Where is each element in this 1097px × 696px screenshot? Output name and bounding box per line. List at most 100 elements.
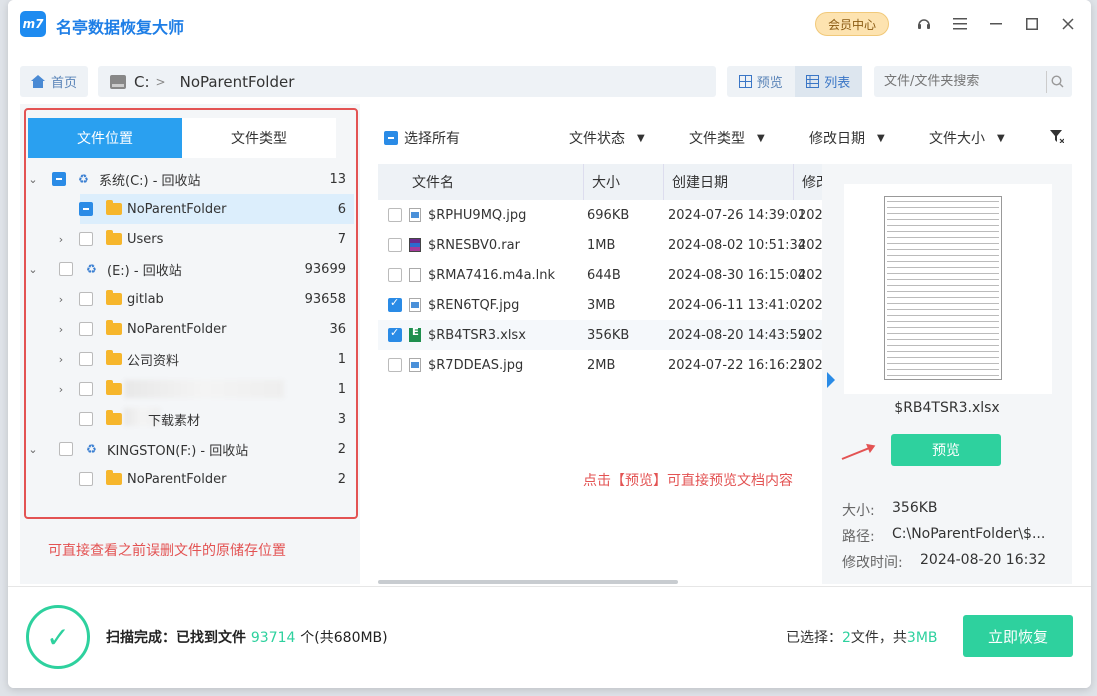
file-name: $RB4TSR3.xlsx — [428, 327, 526, 343]
tree-item[interactable]: › gitlab 93658 — [20, 284, 354, 314]
tree-item[interactable]: › 1 — [20, 374, 354, 404]
tree-checkbox[interactable] — [59, 262, 73, 276]
view-preview-label: 预览 — [756, 76, 783, 91]
tree-checkbox[interactable] — [52, 172, 66, 186]
search-input[interactable] — [874, 74, 1034, 89]
tab-file-location[interactable]: 文件位置 — [28, 118, 182, 158]
tab-file-type[interactable]: 文件类型 — [182, 118, 336, 158]
recover-now-button[interactable]: 立即恢复 — [963, 615, 1073, 657]
select-all[interactable]: 选择所有 — [384, 128, 460, 148]
tree-item[interactable]: › NoParentFolder 36 — [20, 314, 354, 344]
view-preview-button[interactable]: 预览 — [727, 66, 795, 97]
filter-status-dropdown[interactable]: 文件状态 ▼ — [569, 128, 645, 148]
tree-item[interactable]: 下载素材 3 — [20, 404, 354, 434]
chevron-right-icon[interactable]: › — [54, 323, 68, 336]
view-list-button[interactable]: 列表 — [794, 66, 862, 97]
tree-item-label: Users — [127, 231, 164, 247]
filter-date-dropdown[interactable]: 修改日期 ▼ — [809, 128, 885, 148]
select-all-checkbox[interactable] — [384, 131, 398, 145]
sheet-line — [887, 375, 999, 376]
filter-size-dropdown[interactable]: 文件大小 ▼ — [929, 128, 1005, 148]
row-checkbox[interactable] — [388, 358, 402, 372]
tree-checkbox[interactable] — [79, 382, 93, 396]
tree-item[interactable]: › 公司资料 1 — [20, 344, 354, 374]
file-created: 2024-07-22 16:16:25 — [668, 357, 807, 373]
chevron-down-icon: ▼ — [757, 132, 765, 144]
tree-checkbox[interactable] — [79, 292, 93, 306]
filter-status-label: 文件状态 — [569, 131, 625, 147]
col-modified[interactable]: 修改 — [794, 164, 822, 200]
table-row[interactable]: $RB4TSR3.xlsx 356KB 2024-08-20 14:43:59 … — [378, 320, 822, 350]
folder-icon — [106, 350, 122, 365]
home-button[interactable]: 首页 — [20, 66, 88, 97]
filter-type-dropdown[interactable]: 文件类型 ▼ — [689, 128, 765, 148]
horizontal-scrollbar[interactable] — [378, 580, 678, 584]
tree-item[interactable]: ⌄ ♻ (E:) - 回收站 93699 — [20, 254, 354, 284]
title-bar: m7 名亭数据恢复大师 会员中心 — [8, 0, 1091, 52]
tree-item-count: 3 — [337, 411, 346, 427]
table-row[interactable]: $R7DDEAS.jpg 2MB 2024-07-22 16:16:25 202… — [378, 350, 822, 380]
tree-item[interactable]: › Users 7 — [20, 224, 354, 254]
chevron-right-icon[interactable]: › — [54, 233, 68, 246]
clear-filter-icon[interactable] — [1050, 129, 1065, 147]
folder-icon — [106, 230, 122, 245]
breadcrumb-drive[interactable]: C: — [134, 73, 150, 91]
vip-center-button[interactable]: 会员中心 — [815, 12, 889, 36]
table-row[interactable]: $REN6TQF.jpg 3MB 2024-06-11 13:41:02 202… — [378, 290, 822, 320]
row-checkbox[interactable] — [388, 238, 402, 252]
row-checkbox[interactable] — [388, 208, 402, 222]
chevron-right-icon[interactable]: › — [54, 383, 68, 396]
chevron-down-icon[interactable]: ⌄ — [26, 263, 40, 276]
selection-summary: 已选择：2文件，共3MB — [786, 630, 938, 646]
meta-path: 路径: C:\NoParentFolder\$... — [842, 526, 1046, 545]
col-name[interactable]: 文件名 — [378, 164, 584, 200]
sheet-line — [887, 339, 999, 340]
chevron-down-icon: ▼ — [877, 132, 885, 144]
col-created[interactable]: 创建日期 — [664, 164, 794, 200]
table-row[interactable]: $RMA7416.m4a.lnk 644B 2024-08-30 16:15:0… — [378, 260, 822, 290]
minimize-icon[interactable] — [984, 12, 1008, 36]
chevron-right-icon[interactable]: › — [54, 293, 68, 306]
breadcrumb: C: > NoParentFolder — [98, 66, 716, 97]
sheet-line — [887, 279, 999, 280]
tree-item[interactable]: NoParentFolder 6 — [20, 194, 354, 224]
maximize-icon[interactable] — [1020, 12, 1044, 36]
tree-checkbox[interactable] — [79, 412, 93, 426]
file-modified: 2024- — [798, 357, 822, 373]
menu-icon[interactable] — [948, 12, 972, 36]
col-size[interactable]: 大小 — [584, 164, 664, 200]
table-row[interactable]: $RPHU9MQ.jpg 696KB 2024-07-26 14:39:01 2… — [378, 200, 822, 230]
collapse-arrow-icon[interactable] — [827, 372, 835, 388]
file-created: 2024-07-26 14:39:01 — [668, 207, 807, 223]
tree-item[interactable]: ⌄ ♻ KINGSTON(F:) - 回收站 2 — [20, 434, 354, 464]
file-size: 356KB — [587, 327, 630, 343]
chevron-down-icon[interactable]: ⌄ — [26, 173, 40, 186]
chevron-right-icon[interactable]: › — [54, 353, 68, 366]
tree-checkbox[interactable] — [79, 322, 93, 336]
tree-checkbox[interactable] — [79, 202, 93, 216]
breadcrumb-folder[interactable]: NoParentFolder — [180, 73, 295, 91]
tree-checkbox[interactable] — [79, 232, 93, 246]
tree-item[interactable]: NoParentFolder 2 — [20, 464, 354, 494]
filter-date-label: 修改日期 — [809, 131, 865, 147]
row-checkbox[interactable] — [388, 326, 402, 342]
row-checkbox[interactable] — [388, 296, 402, 312]
headset-icon[interactable] — [912, 12, 936, 36]
tree-checkbox[interactable] — [79, 472, 93, 486]
file-created: 2024-06-11 13:41:02 — [668, 297, 807, 313]
sheet-line — [887, 363, 999, 364]
recycle-bin-icon: ♻ — [86, 262, 97, 276]
chevron-down-icon[interactable]: ⌄ — [26, 443, 40, 456]
tree-checkbox[interactable] — [59, 442, 73, 456]
tree-item[interactable]: ⌄ ♻ 系统(C:) - 回收站 13 — [20, 164, 354, 194]
row-checkbox[interactable] — [388, 268, 402, 282]
search-icon[interactable] — [1046, 70, 1068, 93]
table-row[interactable]: $RNESBV0.rar 1MB 2024-08-02 10:51:34 202… — [378, 230, 822, 260]
tree-checkbox[interactable] — [79, 352, 93, 366]
sheet-line — [887, 261, 999, 262]
preview-button[interactable]: 预览 — [891, 434, 1001, 466]
drive-icon — [110, 74, 126, 89]
close-icon[interactable] — [1056, 12, 1080, 36]
sheet-line — [887, 321, 999, 322]
file-name: $R7DDEAS.jpg — [428, 357, 524, 373]
